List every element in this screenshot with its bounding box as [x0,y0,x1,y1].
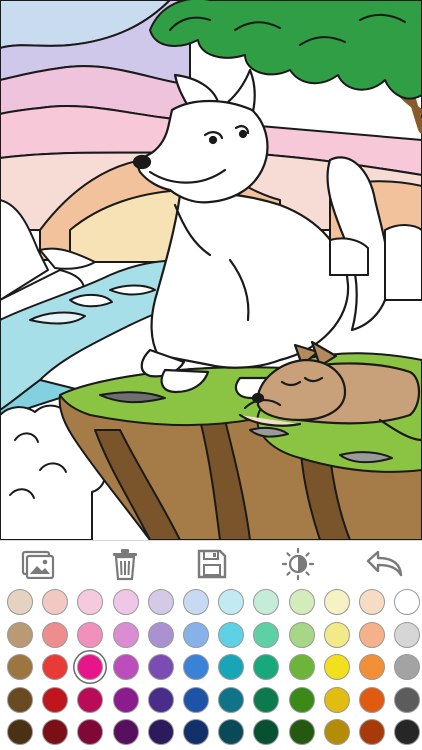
toolbar [0,540,422,587]
half-sun-icon [281,547,315,581]
color-swatch[interactable] [77,719,104,745]
color-swatch[interactable] [288,654,315,680]
color-swatch[interactable] [288,589,315,615]
color-swatch[interactable] [7,621,33,648]
color-swatch[interactable] [253,621,280,648]
color-swatch[interactable] [253,589,280,615]
color-swatch[interactable] [394,621,421,648]
color-swatch[interactable] [77,686,104,713]
color-swatch[interactable] [359,719,385,745]
color-swatch[interactable] [218,686,245,713]
color-swatch[interactable] [183,686,209,713]
color-swatch[interactable] [253,686,280,713]
color-swatch[interactable] [288,686,315,713]
color-swatch[interactable] [323,719,350,745]
color-swatch[interactable] [147,686,174,713]
color-swatch[interactable] [112,686,139,713]
color-swatch[interactable] [112,589,139,615]
color-swatch[interactable] [147,589,174,615]
color-swatch[interactable] [7,719,33,745]
color-swatch[interactable] [218,654,245,680]
color-swatch[interactable] [42,719,69,745]
color-swatch[interactable] [147,621,174,648]
color-swatch[interactable] [359,654,385,680]
undo-arrow-icon [366,550,403,577]
color-swatch[interactable] [183,654,209,680]
coloring-canvas[interactable] [0,0,422,540]
color-swatch[interactable] [147,654,174,680]
color-swatch[interactable] [7,654,33,680]
color-swatch[interactable] [112,621,139,648]
color-swatch[interactable] [288,719,315,745]
trash-icon [113,549,137,581]
color-swatch[interactable] [112,719,139,745]
floppy-disk-icon [197,549,227,579]
color-swatch[interactable] [77,589,104,615]
picture-icon [21,550,55,579]
color-swatch[interactable] [394,589,421,615]
color-swatch[interactable] [42,589,69,615]
color-swatch[interactable] [112,654,139,680]
color-swatch[interactable] [77,654,104,680]
color-swatch[interactable] [218,719,245,745]
color-swatch[interactable] [42,621,69,648]
color-swatch[interactable] [42,654,69,680]
color-swatch[interactable] [359,621,385,648]
color-palette [0,586,422,750]
color-swatch[interactable] [394,654,421,680]
clear-button[interactable] [95,541,155,587]
color-swatch[interactable] [218,589,245,615]
color-swatch[interactable] [42,686,69,713]
color-swatch[interactable] [183,621,209,648]
color-swatch[interactable] [7,589,33,615]
color-swatch[interactable] [394,686,421,713]
color-swatch[interactable] [253,654,280,680]
color-swatch[interactable] [253,719,280,745]
color-swatch[interactable] [147,719,174,745]
color-swatch[interactable] [218,621,245,648]
color-swatch[interactable] [323,654,350,680]
color-swatch[interactable] [7,686,33,713]
color-swatch[interactable] [77,621,104,648]
color-swatch[interactable] [394,719,421,745]
color-swatch[interactable] [183,589,209,615]
color-swatch[interactable] [359,686,385,713]
color-swatch[interactable] [323,621,350,648]
color-swatch[interactable] [323,686,350,713]
color-swatch[interactable] [183,719,209,745]
save-button[interactable] [182,541,242,587]
color-swatch[interactable] [288,621,315,648]
color-swatch[interactable] [359,589,385,615]
brightness-button[interactable] [268,541,328,587]
undo-button[interactable] [354,541,414,587]
gallery-button[interactable] [8,541,68,587]
color-swatch[interactable] [323,589,350,615]
